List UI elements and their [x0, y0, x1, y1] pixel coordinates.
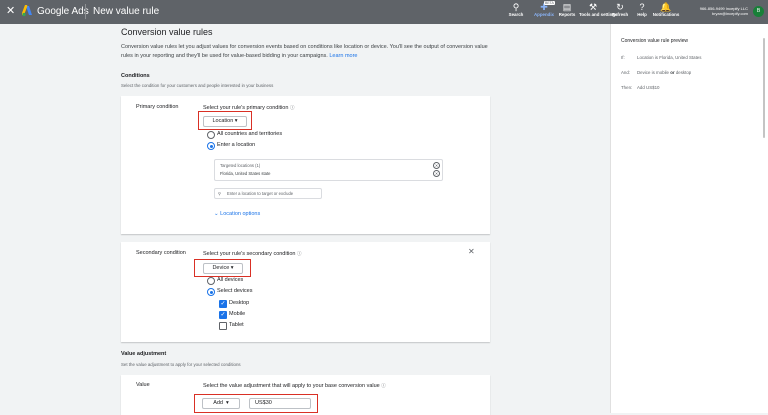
device-dropdown-value: Device: [212, 265, 230, 271]
notifications-label: Notifications: [652, 12, 680, 17]
targeted-location-item: Florida, United States state: [220, 171, 271, 176]
preview-then-key: Then:: [621, 85, 633, 90]
preview-if-key: If:: [621, 55, 625, 60]
all-countries-radio[interactable]: [207, 131, 215, 139]
notifications-button[interactable]: 🔔 Notifications: [652, 2, 680, 24]
targeted-locations-box: Targeted locations (1) Florida, United S…: [214, 159, 443, 181]
google-ads-logo-icon: [22, 5, 32, 17]
location-options-label: Location options: [220, 211, 261, 217]
help-circle-icon[interactable]: ⓘ: [297, 251, 302, 256]
select-devices-radio[interactable]: [207, 288, 215, 296]
primary-condition-card: Primary condition Select your rule's pri…: [121, 96, 490, 234]
tools-settings-button[interactable]: ⚒ Tools and settings: [579, 2, 618, 24]
section-title: Conversion value rules: [121, 27, 213, 37]
rule-preview-panel: Conversion value rule preview If: Locatio…: [610, 24, 768, 413]
amount-value: US$30: [255, 400, 272, 406]
value-adjustment-subtext: Set the value adjustment to apply for yo…: [121, 362, 241, 367]
bell-icon: 🔔: [660, 2, 672, 12]
top-app-bar: ✕ Google Ads New value rule ⚲ Search ✚ A…: [0, 0, 768, 24]
tablet-checkbox[interactable]: [219, 322, 227, 330]
location-options-link[interactable]: ⌄ Location options: [214, 211, 260, 218]
search-icon: ⚲: [512, 2, 520, 12]
mobile-label: Mobile: [229, 311, 246, 317]
all-devices-label: All devices: [217, 277, 244, 283]
primary-condition-label: Primary condition: [136, 104, 179, 110]
secondary-question-text: Select your rule's secondary condition: [203, 251, 296, 257]
caret-down-icon: ▾: [226, 400, 229, 406]
secondary-condition-question: Select your rule's secondary condition ⓘ: [203, 250, 302, 258]
preview-or-word: or: [670, 70, 675, 75]
all-devices-radio[interactable]: [207, 277, 215, 285]
avatar[interactable]: B: [753, 6, 764, 17]
reports-tool-button[interactable]: ▤ Reports: [553, 2, 581, 24]
enter-location-label: Enter a location: [217, 142, 256, 148]
account-email: bryan@incepify.com: [712, 11, 748, 16]
account-info[interactable]: 966-856-9499 Incepify LLC bryan@incepify…: [684, 6, 748, 16]
value-label: Value: [136, 382, 150, 388]
caret-down-icon: ▾: [230, 265, 234, 271]
secondary-condition-label: Secondary condition: [136, 250, 186, 256]
page-title: New value rule: [93, 6, 160, 17]
close-icon[interactable]: ✕: [6, 4, 15, 18]
value-question: Select the value adjustment that will ap…: [203, 382, 386, 390]
brand-name: Google Ads: [37, 6, 89, 17]
secondary-condition-card: Secondary condition Select your rule's s…: [121, 242, 490, 342]
preview-then-value: Add US$10: [637, 85, 660, 90]
adjustment-amount-input[interactable]: US$30: [249, 398, 311, 409]
reports-tool-label: Reports: [558, 12, 576, 17]
device-dropdown[interactable]: Device ▾: [203, 263, 243, 274]
preview-if-value: Location is Florida, United States: [637, 55, 702, 60]
mobile-checkbox[interactable]: ✓: [219, 311, 227, 319]
tools-settings-label: Tools and settings: [579, 12, 618, 17]
intro-text: Conversion value rules let you adjust va…: [121, 43, 491, 61]
preview-title: Conversion value rule preview: [621, 38, 688, 44]
remove-location-icon[interactable]: ✕: [433, 170, 440, 177]
desktop-checkbox[interactable]: ✓: [219, 300, 227, 308]
wrench-icon: ⚒: [588, 2, 598, 12]
select-devices-label: Select devices: [217, 288, 253, 294]
preview-if-row: If: Location is Florida, United States: [621, 55, 701, 61]
search-tool-button[interactable]: ⚲ Search: [502, 2, 530, 24]
targeted-locations-header: Targeted locations (1): [220, 163, 261, 168]
close-icon[interactable]: ✕: [468, 247, 475, 256]
location-dropdown[interactable]: Location ▾: [203, 116, 247, 127]
conditions-subtext: Select the condition for your customers …: [121, 83, 274, 88]
location-search-input[interactable]: ⚲ Enter a location to target or exclude: [214, 188, 322, 199]
conditions-heading: Conditions: [121, 73, 150, 79]
remove-all-icon[interactable]: ✕: [433, 162, 440, 169]
preview-and-key: And:: [621, 70, 631, 75]
search-icon: ⚲: [218, 191, 222, 196]
preview-and-row: And: Device is mobile or desktop: [621, 70, 691, 76]
value-adjustment-heading: Value adjustment: [121, 351, 167, 357]
value-adjustment-card: Value Select the value adjustment that w…: [121, 375, 490, 415]
enter-location-radio[interactable]: [207, 142, 215, 150]
help-circle-icon[interactable]: ⓘ: [381, 383, 386, 388]
search-tool-label: Search: [508, 12, 524, 17]
help-circle-icon[interactable]: ⓘ: [290, 105, 295, 110]
adjustment-operation-dropdown[interactable]: Add ▾: [202, 398, 240, 409]
caret-down-icon: ▾: [234, 118, 238, 124]
scrollbar[interactable]: [763, 38, 765, 138]
main-content: Conversion value rules Conversion value …: [0, 24, 610, 415]
chevron-down-icon: ⌄: [214, 211, 219, 217]
location-search-placeholder: Enter a location to target or exclude: [227, 191, 294, 196]
value-question-text: Select the value adjustment that will ap…: [203, 383, 380, 389]
intro-body: Conversion value rules let you adjust va…: [121, 44, 488, 59]
location-dropdown-value: Location: [212, 118, 234, 124]
preview-and-value: Device is mobile: [637, 70, 669, 75]
reports-icon: ▤: [562, 2, 572, 12]
preview-and-value-2: desktop: [675, 70, 692, 75]
preview-then-row: Then: Add US$10: [621, 85, 659, 91]
learn-more-link[interactable]: Learn more: [329, 53, 357, 59]
operation-value: Add: [213, 400, 223, 406]
all-countries-label: All countries and territories: [217, 131, 283, 137]
divider: [85, 4, 86, 19]
desktop-label: Desktop: [229, 300, 250, 306]
tablet-label: Tablet: [229, 322, 244, 328]
